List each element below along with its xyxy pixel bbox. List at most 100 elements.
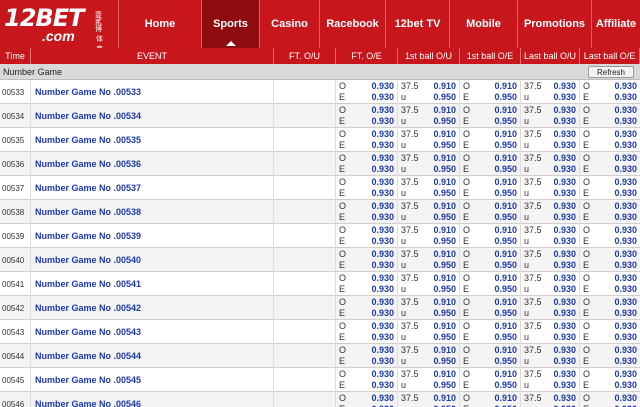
last-ball-oe-bottom-odds[interactable]: 0.930 bbox=[614, 308, 637, 319]
last-ball-oe-bottom-odds[interactable]: 0.930 bbox=[614, 164, 637, 175]
nav-item-racebook[interactable]: Racebook bbox=[319, 0, 385, 48]
first-ball-ou-top-odds[interactable]: 0.910 bbox=[433, 321, 456, 332]
last-ball-oe-bottom-odds[interactable]: 0.930 bbox=[614, 356, 637, 367]
last-ball-oe-top-odds[interactable]: 0.930 bbox=[614, 369, 637, 380]
first-ball-oe-bottom-odds[interactable]: 0.950 bbox=[494, 236, 517, 247]
ft-oe-top-odds[interactable]: 0.930 bbox=[371, 177, 394, 188]
nav-item-12bet-tv[interactable]: 12bet TV bbox=[385, 0, 449, 48]
nav-item-sports[interactable]: Sports bbox=[201, 0, 259, 48]
first-ball-ou-top-odds[interactable]: 0.910 bbox=[433, 297, 456, 308]
last-ball-oe-top-odds[interactable]: 0.930 bbox=[614, 129, 637, 140]
first-ball-ou-bottom-odds[interactable]: 0.950 bbox=[433, 380, 456, 391]
last-ball-ou-bottom-odds[interactable]: 0.930 bbox=[553, 260, 576, 271]
first-ball-oe-top-odds[interactable]: 0.910 bbox=[494, 201, 517, 212]
last-ball-ou-bottom-odds[interactable]: 0.930 bbox=[553, 236, 576, 247]
first-ball-ou-top-odds[interactable]: 0.910 bbox=[433, 201, 456, 212]
last-ball-oe-top-odds[interactable]: 0.930 bbox=[614, 321, 637, 332]
first-ball-oe-top-odds[interactable]: 0.910 bbox=[494, 153, 517, 164]
event-name-link[interactable]: Number Game No .00538 bbox=[31, 200, 274, 224]
last-ball-oe-top-odds[interactable]: 0.930 bbox=[614, 153, 637, 164]
first-ball-ou-bottom-odds[interactable]: 0.950 bbox=[433, 356, 456, 367]
last-ball-ou-bottom-odds[interactable]: 0.930 bbox=[553, 116, 576, 127]
last-ball-oe-bottom-odds[interactable]: 0.930 bbox=[614, 212, 637, 223]
first-ball-ou-top-odds[interactable]: 0.910 bbox=[433, 249, 456, 260]
last-ball-ou-bottom-odds[interactable]: 0.930 bbox=[553, 332, 576, 343]
first-ball-ou-bottom-odds[interactable]: 0.950 bbox=[433, 260, 456, 271]
last-ball-oe-bottom-odds[interactable]: 0.930 bbox=[614, 92, 637, 103]
last-ball-oe-top-odds[interactable]: 0.930 bbox=[614, 393, 637, 404]
ft-oe-bottom-odds[interactable]: 0.930 bbox=[371, 212, 394, 223]
ft-oe-bottom-odds[interactable]: 0.930 bbox=[371, 164, 394, 175]
ft-oe-top-odds[interactable]: 0.930 bbox=[371, 105, 394, 116]
event-name-link[interactable]: Number Game No .00543 bbox=[31, 320, 274, 344]
ft-oe-top-odds[interactable]: 0.930 bbox=[371, 345, 394, 356]
last-ball-oe-bottom-odds[interactable]: 0.930 bbox=[614, 140, 637, 151]
first-ball-ou-top-odds[interactable]: 0.910 bbox=[433, 153, 456, 164]
first-ball-oe-top-odds[interactable]: 0.910 bbox=[494, 273, 517, 284]
event-name-link[interactable]: Number Game No .00537 bbox=[31, 176, 274, 200]
first-ball-ou-bottom-odds[interactable]: 0.950 bbox=[433, 212, 456, 223]
ft-oe-bottom-odds[interactable]: 0.930 bbox=[371, 284, 394, 295]
ft-oe-top-odds[interactable]: 0.930 bbox=[371, 273, 394, 284]
first-ball-ou-top-odds[interactable]: 0.910 bbox=[433, 105, 456, 116]
last-ball-ou-bottom-odds[interactable]: 0.930 bbox=[553, 188, 576, 199]
last-ball-ou-top-odds[interactable]: 0.930 bbox=[553, 201, 576, 212]
event-name-link[interactable]: Number Game No .00534 bbox=[31, 104, 274, 128]
last-ball-ou-top-odds[interactable]: 0.930 bbox=[553, 345, 576, 356]
event-name-link[interactable]: Number Game No .00545 bbox=[31, 368, 274, 392]
ft-oe-top-odds[interactable]: 0.930 bbox=[371, 81, 394, 92]
first-ball-oe-top-odds[interactable]: 0.910 bbox=[494, 105, 517, 116]
first-ball-oe-top-odds[interactable]: 0.910 bbox=[494, 321, 517, 332]
event-name-link[interactable]: Number Game No .00535 bbox=[31, 128, 274, 152]
ft-oe-bottom-odds[interactable]: 0.930 bbox=[371, 380, 394, 391]
last-ball-oe-top-odds[interactable]: 0.930 bbox=[614, 105, 637, 116]
first-ball-ou-top-odds[interactable]: 0.910 bbox=[433, 225, 456, 236]
last-ball-oe-top-odds[interactable]: 0.930 bbox=[614, 297, 637, 308]
last-ball-ou-top-odds[interactable]: 0.930 bbox=[553, 153, 576, 164]
last-ball-oe-bottom-odds[interactable]: 0.930 bbox=[614, 380, 637, 391]
first-ball-ou-top-odds[interactable]: 0.910 bbox=[433, 345, 456, 356]
nav-item-affiliate[interactable]: Affiliate bbox=[591, 0, 640, 48]
event-name-link[interactable]: Number Game No .00536 bbox=[31, 152, 274, 176]
last-ball-ou-top-odds[interactable]: 0.930 bbox=[553, 81, 576, 92]
ft-oe-bottom-odds[interactable]: 0.930 bbox=[371, 332, 394, 343]
last-ball-ou-top-odds[interactable]: 0.930 bbox=[553, 369, 576, 380]
ft-oe-top-odds[interactable]: 0.930 bbox=[371, 393, 394, 404]
first-ball-oe-bottom-odds[interactable]: 0.950 bbox=[494, 116, 517, 127]
event-name-link[interactable]: Number Game No .00546 bbox=[31, 392, 274, 407]
last-ball-oe-bottom-odds[interactable]: 0.930 bbox=[614, 188, 637, 199]
ft-oe-top-odds[interactable]: 0.930 bbox=[371, 297, 394, 308]
last-ball-oe-bottom-odds[interactable]: 0.930 bbox=[614, 332, 637, 343]
last-ball-ou-bottom-odds[interactable]: 0.930 bbox=[553, 380, 576, 391]
first-ball-oe-top-odds[interactable]: 0.910 bbox=[494, 297, 517, 308]
ft-oe-bottom-odds[interactable]: 0.930 bbox=[371, 116, 394, 127]
last-ball-ou-top-odds[interactable]: 0.930 bbox=[553, 225, 576, 236]
first-ball-ou-bottom-odds[interactable]: 0.950 bbox=[433, 164, 456, 175]
last-ball-oe-top-odds[interactable]: 0.930 bbox=[614, 273, 637, 284]
last-ball-ou-bottom-odds[interactable]: 0.930 bbox=[553, 284, 576, 295]
first-ball-oe-bottom-odds[interactable]: 0.950 bbox=[494, 92, 517, 103]
ft-oe-top-odds[interactable]: 0.930 bbox=[371, 249, 394, 260]
first-ball-oe-top-odds[interactable]: 0.910 bbox=[494, 249, 517, 260]
ft-oe-bottom-odds[interactable]: 0.930 bbox=[371, 236, 394, 247]
refresh-button[interactable]: Refresh bbox=[588, 66, 634, 78]
ft-oe-bottom-odds[interactable]: 0.930 bbox=[371, 356, 394, 367]
first-ball-ou-top-odds[interactable]: 0.910 bbox=[433, 393, 456, 404]
ft-oe-top-odds[interactable]: 0.930 bbox=[371, 153, 394, 164]
first-ball-ou-top-odds[interactable]: 0.910 bbox=[433, 129, 456, 140]
first-ball-oe-bottom-odds[interactable]: 0.950 bbox=[494, 332, 517, 343]
nav-item-home[interactable]: Home bbox=[118, 0, 201, 48]
first-ball-ou-bottom-odds[interactable]: 0.950 bbox=[433, 332, 456, 343]
last-ball-oe-top-odds[interactable]: 0.930 bbox=[614, 345, 637, 356]
first-ball-ou-bottom-odds[interactable]: 0.950 bbox=[433, 92, 456, 103]
last-ball-ou-top-odds[interactable]: 0.930 bbox=[553, 321, 576, 332]
event-name-link[interactable]: Number Game No .00541 bbox=[31, 272, 274, 296]
last-ball-oe-bottom-odds[interactable]: 0.930 bbox=[614, 236, 637, 247]
first-ball-oe-bottom-odds[interactable]: 0.950 bbox=[494, 380, 517, 391]
last-ball-ou-bottom-odds[interactable]: 0.930 bbox=[553, 212, 576, 223]
event-name-link[interactable]: Number Game No .00540 bbox=[31, 248, 274, 272]
first-ball-oe-bottom-odds[interactable]: 0.950 bbox=[494, 164, 517, 175]
nav-item-mobile[interactable]: Mobile bbox=[449, 0, 517, 48]
event-name-link[interactable]: Number Game No .00542 bbox=[31, 296, 274, 320]
first-ball-oe-top-odds[interactable]: 0.910 bbox=[494, 393, 517, 404]
